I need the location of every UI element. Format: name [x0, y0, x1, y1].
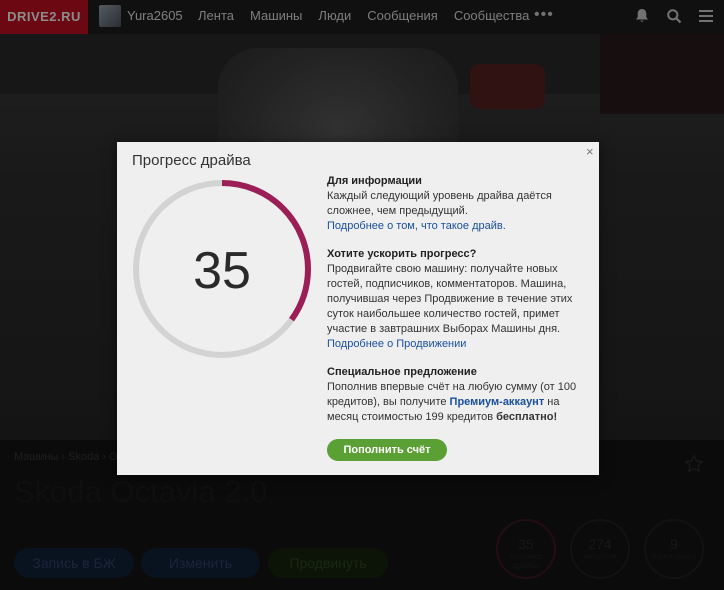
offer-text: Пополнив впервые счёт на любую сумму (от… — [327, 380, 579, 425]
drive-progress-modal: × Прогресс драйва 35 Для информации Кажд… — [117, 142, 599, 475]
offer-free-text: бесплатно! — [496, 411, 558, 423]
boost-text: Продвигайте свою машину: получайте новых… — [327, 263, 573, 335]
offer-heading: Специальное предложение — [327, 366, 477, 378]
progress-value: 35 — [193, 242, 251, 300]
boost-heading: Хотите ускорить прогресс? — [327, 248, 477, 260]
drive-info-link[interactable]: Подробнее о том, что такое драйв. — [327, 220, 506, 232]
premium-account-link[interactable]: Премиум-аккаунт — [450, 396, 545, 408]
boost-section: Хотите ускорить прогресс? Продвигайте св… — [327, 247, 579, 352]
offer-section: Специальное предложение Пополнив впервые… — [327, 365, 579, 425]
info-column: Для информации Каждый следующий уровень … — [327, 174, 579, 438]
info-text: Каждый следующий уровень драйва даётся с… — [327, 190, 552, 217]
close-icon[interactable]: × — [586, 144, 594, 159]
progress-gauge: 35 — [133, 180, 311, 358]
top-up-account-button[interactable]: Пополнить счёт — [327, 439, 447, 461]
info-section: Для информации Каждый следующий уровень … — [327, 174, 579, 234]
promotion-info-link[interactable]: Подробнее о Продвижении — [327, 338, 466, 350]
info-heading: Для информации — [327, 175, 422, 187]
modal-title: Прогресс драйва — [132, 152, 251, 169]
